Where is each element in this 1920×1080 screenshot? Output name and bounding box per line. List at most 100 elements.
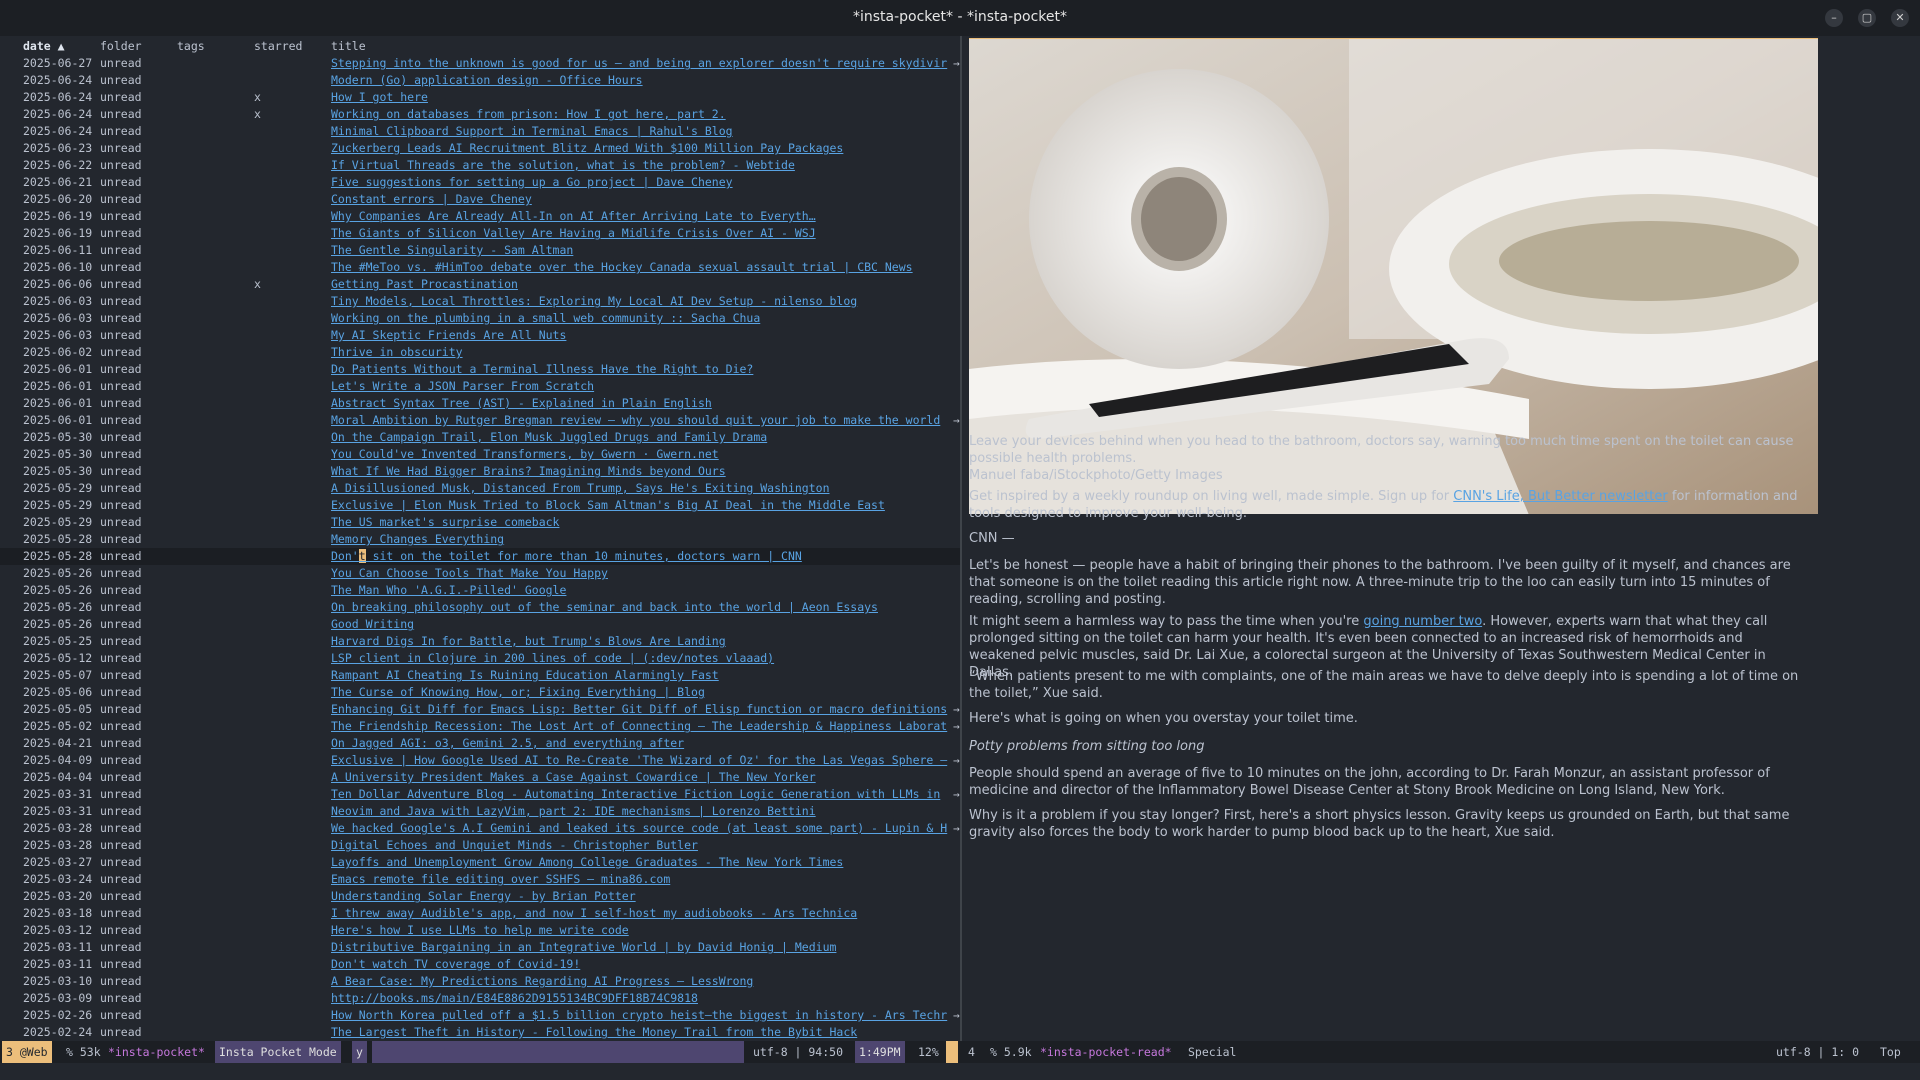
article-link[interactable]: Memory Changes Everything [331, 532, 504, 546]
column-header-tags[interactable]: tags [177, 38, 205, 55]
article-link[interactable]: The Friendship Recession: The Lost Art o… [331, 719, 947, 733]
article-link[interactable]: How I got here [331, 90, 428, 104]
article-link[interactable]: Getting Past Procastination [331, 277, 518, 291]
table-row[interactable]: 2025-06-01 unread Let's Write a JSON Parse… [0, 378, 960, 395]
article-link[interactable]: Harvard Digs In for Battle, but Trump's … [331, 634, 726, 648]
table-row[interactable]: 2025-06-11 unread The Gentle Singularity -… [0, 242, 960, 259]
article-link[interactable]: How North Korea pulled off a $1.5 billio… [331, 1008, 947, 1022]
article-link[interactable]: My AI Skeptic Friends Are All Nuts [331, 328, 566, 342]
table-row[interactable]: 2025-05-29 unread Exclusive | Elon Musk Tr… [0, 497, 960, 514]
minibuffer[interactable] [0, 1063, 1920, 1080]
left-buffer-name[interactable]: *insta-pocket* [104, 1041, 209, 1063]
table-row[interactable]: 2025-06-24 unread Minimal Clipboard Suppor… [0, 123, 960, 140]
article-link[interactable]: Ten Dollar Adventure Blog - Automating I… [331, 787, 940, 801]
table-row[interactable]: 2025-06-27 unread Stepping into the unknow… [0, 55, 960, 72]
table-row[interactable]: 2025-06-21 unread Five suggestions for set… [0, 174, 960, 191]
article-link[interactable]: Tiny Models, Local Throttles: Exploring … [331, 294, 857, 308]
table-row[interactable]: 2025-05-30 unread You Could've Invented Tr… [0, 446, 960, 463]
column-header-starred[interactable]: starred [254, 38, 302, 55]
article-link[interactable]: Let's Write a JSON Parser From Scratch [331, 379, 594, 393]
article-link[interactable]: The US market's surprise comeback [331, 515, 559, 529]
article-link[interactable]: A University President Makes a Case Agai… [331, 770, 816, 784]
table-row[interactable]: 2025-05-29 unread The US market's surprise… [0, 514, 960, 531]
article-link[interactable]: We hacked Google's A.I Gemini and leaked… [331, 821, 947, 835]
table-row[interactable]: 2025-06-20 unread Constant errors | Dave C… [0, 191, 960, 208]
table-row[interactable]: 2025-03-28 unread Digital Echoes and Unqui… [0, 837, 960, 854]
table-row[interactable]: 2025-05-25 unread Harvard Digs In for Batt… [0, 633, 960, 650]
table-row[interactable]: 2025-03-24 unread Emacs remote file editin… [0, 871, 960, 888]
right-major-mode[interactable]: Special [1184, 1041, 1240, 1063]
table-row[interactable]: 2025-05-28 unread Memory Changes Everythin… [0, 531, 960, 548]
article-link[interactable]: Enhancing Git Diff for Emacs Lisp: Bette… [331, 702, 947, 716]
article-link[interactable]: On the Campaign Trail, Elon Musk Juggled… [331, 430, 767, 444]
table-row[interactable]: 2025-06-03 unread Working on the plumbing … [0, 310, 960, 327]
table-row[interactable]: 2025-03-20 unread Understanding Solar Ener… [0, 888, 960, 905]
minimize-icon[interactable]: – [1825, 9, 1843, 27]
article-link[interactable]: Minimal Clipboard Support in Terminal Em… [331, 124, 733, 138]
article-link[interactable]: Thrive in obscurity [331, 345, 463, 359]
table-row[interactable]: 2025-06-22 unread If Virtual Threads are t… [0, 157, 960, 174]
article-link[interactable]: Abstract Syntax Tree (AST) - Explained i… [331, 396, 712, 410]
article-link[interactable]: What If We Had Bigger Brains? Imagining … [331, 464, 726, 478]
table-row[interactable]: 2025-06-19 unread The Giants of Silicon Va… [0, 225, 960, 242]
table-row[interactable]: 2025-03-27 unread Layoffs and Unemployment… [0, 854, 960, 871]
article-link[interactable]: Don't watch TV coverage of Covid-19! [331, 957, 580, 971]
article-link[interactable]: The Largest Theft in History - Following… [331, 1025, 857, 1039]
column-header-date[interactable]: date ▲ [23, 38, 65, 55]
table-row[interactable]: 2025-05-26 unread On breaking philosophy o… [0, 599, 960, 616]
article-link[interactable]: On Jagged AGI: o3, Gemini 2.5, and every… [331, 736, 684, 750]
table-row[interactable]: 2025-06-24 unread x How I got here [0, 89, 960, 106]
table-row[interactable]: 2025-03-11 unread Distributive Bargaining … [0, 939, 960, 956]
table-row[interactable]: 2025-05-30 unread On the Campaign Trail, E… [0, 429, 960, 446]
table-row[interactable]: 2025-04-21 unread On Jagged AGI: o3, Gemin… [0, 735, 960, 752]
article-link[interactable]: Exclusive | How Google Used AI to Re-Cre… [331, 753, 947, 767]
table-row[interactable]: 2025-05-12 unread LSP client in Clojure in… [0, 650, 960, 667]
number-two-link[interactable]: going number two [1363, 614, 1482, 629]
table-row[interactable]: 2025-05-30 unread What If We Had Bigger Br… [0, 463, 960, 480]
table-row[interactable]: 2025-04-09 unread Exclusive | How Google U… [0, 752, 960, 769]
article-link[interactable]: The Giants of Silicon Valley Are Having … [331, 226, 816, 240]
table-row[interactable]: 2025-03-10 unread A Bear Case: My Predicti… [0, 973, 960, 990]
maximize-icon[interactable]: ▢ [1858, 9, 1876, 27]
article-link[interactable]: Understanding Solar Energy - by Brian Po… [331, 889, 636, 903]
column-header-title[interactable]: title [331, 38, 953, 55]
table-row[interactable]: 2025-06-03 unread My AI Skeptic Friends Ar… [0, 327, 960, 344]
article-link[interactable]: Distributive Bargaining in an Integrativ… [331, 940, 836, 954]
article-link[interactable]: The Man Who 'A.G.I.-Pilled' Google [331, 583, 566, 597]
article-link[interactable]: Stepping into the unknown is good for us… [331, 56, 947, 70]
table-row[interactable]: 2025-06-01 unread Moral Ambition by Rutger… [0, 412, 960, 429]
article-link[interactable]: Rampant AI Cheating Is Ruining Education… [331, 668, 719, 682]
article-link[interactable]: Here's how I use LLMs to help me write c… [331, 923, 629, 937]
table-row[interactable]: 2025-03-12 unread Here's how I use LLMs to… [0, 922, 960, 939]
article-link[interactable]: Zuckerberg Leads AI Recruitment Blitz Ar… [331, 141, 843, 155]
article-link[interactable]: Do Patients Without a Terminal Illness H… [331, 362, 753, 376]
article-link[interactable]: LSP client in Clojure in 200 lines of co… [331, 651, 774, 665]
table-row[interactable]: 2025-06-01 unread Do Patients Without a Te… [0, 361, 960, 378]
article-link[interactable]: Don't sit on the toilet for more than 10… [331, 549, 802, 563]
column-header-folder[interactable]: folder [100, 38, 142, 55]
workspace-indicator[interactable]: 3 @Web [2, 1041, 52, 1063]
table-row[interactable]: 2025-06-02 unread Thrive in obscurity [0, 344, 960, 361]
table-row[interactable]: 2025-06-03 unread Tiny Models, Local Throt… [0, 293, 960, 310]
article-reader-pane[interactable]: Leave your devices behind when you head … [962, 36, 1920, 1041]
table-row[interactable]: 2025-05-06 unread The Curse of Knowing How… [0, 684, 960, 701]
table-row[interactable]: 2025-05-26 unread The Man Who 'A.G.I.-Pill… [0, 582, 960, 599]
article-link[interactable]: You Could've Invented Transformers, by G… [331, 447, 719, 461]
table-row[interactable]: 2025-06-24 unread Modern (Go) application … [0, 72, 960, 89]
article-link[interactable]: If Virtual Threads are the solution, wha… [331, 158, 795, 172]
article-link[interactable]: The Curse of Knowing How, or; Fixing Eve… [331, 685, 705, 699]
table-row[interactable]: 2025-03-11 unread Don't watch TV coverage … [0, 956, 960, 973]
table-row[interactable]: 2025-05-29 unread A Disillusioned Musk, Di… [0, 480, 960, 497]
table-row[interactable]: 2025-06-10 unread The #MeToo vs. #HimToo d… [0, 259, 960, 276]
article-list-pane[interactable]: date ▲ folder tags starred title 2025-06… [0, 36, 960, 1041]
article-link[interactable]: Working on databases from prison: How I … [331, 107, 726, 121]
table-row[interactable]: 2025-03-28 unread We hacked Google's A.I G… [0, 820, 960, 837]
article-link[interactable]: I threw away Audible's app, and now I se… [331, 906, 857, 920]
left-major-mode[interactable]: Insta Pocket Mode [215, 1041, 341, 1063]
table-row[interactable]: 2025-05-05 unread Enhancing Git Diff for E… [0, 701, 960, 718]
table-row[interactable]: 2025-06-06 unread x Getting Past Procastina… [0, 276, 960, 293]
article-link[interactable]: On breaking philosophy out of the semina… [331, 600, 878, 614]
table-row[interactable]: 2025-02-24 unread The Largest Theft in His… [0, 1024, 960, 1041]
table-row[interactable]: 2025-05-26 unread Good Writing [0, 616, 960, 633]
table-row[interactable]: 2025-03-31 unread Ten Dollar Adventure Blo… [0, 786, 960, 803]
